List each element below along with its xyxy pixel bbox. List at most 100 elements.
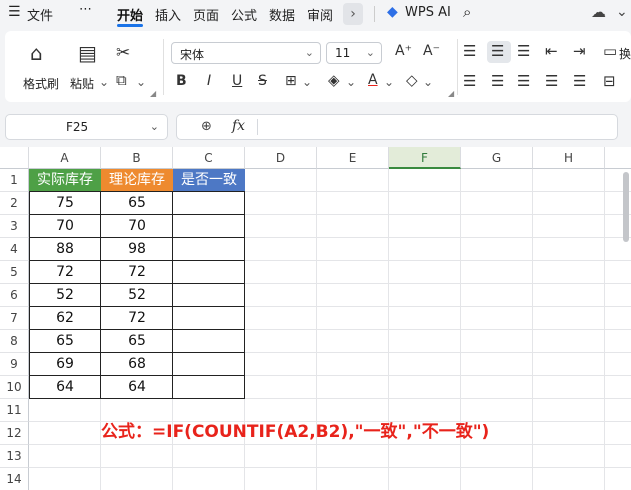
tab-review[interactable]: 审阅	[307, 5, 333, 24]
tab-home[interactable]: 开始	[117, 5, 143, 24]
paste-button[interactable]: 粘贴	[70, 75, 94, 92]
merge-cells-icon[interactable]: ⊟	[603, 74, 616, 89]
table-cell[interactable]: 65	[101, 192, 173, 215]
row-header-10[interactable]: 10	[0, 376, 29, 399]
distribute-icon[interactable]: ☰	[573, 74, 586, 89]
table-cell[interactable]: 68	[101, 353, 173, 376]
row-header-6[interactable]: 6	[0, 284, 29, 307]
table-cell[interactable]: 70	[29, 215, 101, 238]
chevron-down-icon[interactable]: ⌄	[616, 4, 628, 20]
table-cell[interactable]	[173, 238, 245, 261]
table-cell[interactable]: 69	[29, 353, 101, 376]
tab-insert[interactable]: 插入	[155, 5, 181, 24]
formula-bar[interactable]: ⊕ fx	[176, 114, 618, 140]
justify-icon[interactable]: ☰	[545, 74, 558, 89]
fill-color-icon[interactable]: ◈	[328, 73, 340, 88]
table-cell[interactable]: 72	[29, 261, 101, 284]
wrap-text-icon[interactable]: ▭	[603, 44, 617, 59]
sheet-grid[interactable]: ABCDEFGH 123456789101112131415 实际库存理论库存是…	[0, 147, 631, 490]
table-cell[interactable]: 64	[101, 376, 173, 399]
align-top-icon[interactable]: ☰	[463, 44, 476, 59]
menu-icon[interactable]: ☰	[8, 4, 21, 20]
table-cell[interactable]: 98	[101, 238, 173, 261]
row-header-7[interactable]: 7	[0, 307, 29, 330]
cloud-upload-icon[interactable]: ☁	[591, 3, 606, 21]
copy-icon[interactable]: ⧉	[116, 73, 127, 88]
chevron-down-icon[interactable]: ⌄	[423, 75, 433, 89]
format-painter-button[interactable]: 格式刷	[23, 75, 59, 92]
table-cell[interactable]	[173, 307, 245, 330]
row-header-14[interactable]: 14	[0, 468, 29, 490]
chevron-down-icon[interactable]: ⌄	[99, 75, 109, 89]
wps-ai-button[interactable]: WPS AI	[405, 5, 451, 20]
align-bottom-icon[interactable]: ☰	[517, 44, 530, 59]
row-header-8[interactable]: 8	[0, 330, 29, 353]
table-cell[interactable]: 64	[29, 376, 101, 399]
table-cell[interactable]	[173, 284, 245, 307]
column-header-h[interactable]: H	[533, 147, 605, 169]
font-size-select[interactable]: 11 ⌄	[326, 42, 382, 64]
table-header-cell[interactable]: 实际库存	[29, 169, 101, 192]
row-header-13[interactable]: 13	[0, 445, 29, 468]
table-cell[interactable]: 75	[29, 192, 101, 215]
row-header-2[interactable]: 2	[0, 192, 29, 215]
row-header-1[interactable]: 1	[0, 169, 29, 192]
row-header-12[interactable]: 12	[0, 422, 29, 445]
column-header-g[interactable]: G	[461, 147, 533, 169]
column-header-a[interactable]: A	[29, 147, 101, 169]
table-cell[interactable]	[173, 376, 245, 399]
table-cell[interactable]	[173, 215, 245, 238]
more-tabs-icon[interactable]: ⋯	[79, 2, 92, 17]
column-header-d[interactable]: D	[245, 147, 317, 169]
indent-increase-icon[interactable]: ⇥	[573, 44, 586, 59]
cut-icon[interactable]: ✂	[116, 45, 130, 62]
shrink-font-icon[interactable]: A⁻	[423, 44, 440, 58]
wrap-text-label[interactable]: 换	[619, 45, 631, 62]
tab-formula[interactable]: 公式	[231, 5, 257, 24]
format-painter-icon[interactable]: ⌂	[30, 43, 43, 63]
table-cell[interactable]: 62	[29, 307, 101, 330]
table-cell[interactable]	[173, 192, 245, 215]
table-cell[interactable]	[173, 353, 245, 376]
column-header-e[interactable]: E	[317, 147, 389, 169]
vertical-scrollbar[interactable]	[623, 172, 629, 242]
row-header-5[interactable]: 5	[0, 261, 29, 284]
row-header-3[interactable]: 3	[0, 215, 29, 238]
table-cell[interactable]: 88	[29, 238, 101, 261]
chevron-down-icon[interactable]: ⌄	[384, 75, 394, 89]
column-header-f[interactable]: F	[389, 147, 461, 169]
table-cell[interactable]: 52	[29, 284, 101, 307]
eraser-icon[interactable]: ◇	[406, 73, 418, 88]
row-header-4[interactable]: 4	[0, 238, 29, 261]
font-color-icon[interactable]: A	[368, 73, 378, 87]
table-cell[interactable]	[173, 330, 245, 353]
row-header-9[interactable]: 9	[0, 353, 29, 376]
select-all-corner[interactable]	[0, 147, 29, 169]
search-icon[interactable]: ⌕	[463, 3, 471, 21]
chevron-down-icon[interactable]: ⌄	[136, 75, 146, 89]
font-name-select[interactable]: 宋体 ⌄	[171, 42, 321, 64]
grow-font-icon[interactable]: A⁺	[395, 44, 412, 58]
paste-icon[interactable]: ▤	[78, 43, 97, 63]
table-cell[interactable]: 72	[101, 307, 173, 330]
indent-decrease-icon[interactable]: ⇤	[545, 44, 558, 59]
tab-page[interactable]: 页面	[193, 5, 219, 24]
align-right-icon[interactable]: ☰	[517, 74, 530, 89]
italic-button[interactable]: I	[207, 74, 211, 88]
align-left-icon[interactable]: ☰	[463, 74, 476, 89]
table-header-cell[interactable]: 理论库存	[101, 169, 173, 192]
name-box[interactable]: F25 ⌄	[5, 114, 168, 140]
column-header-b[interactable]: B	[101, 147, 173, 169]
underline-button[interactable]: U	[232, 74, 242, 88]
table-cell[interactable]	[173, 261, 245, 284]
row-header-11[interactable]: 11	[0, 399, 29, 422]
tab-file[interactable]: 文件	[27, 5, 53, 24]
tab-data[interactable]: 数据	[269, 5, 295, 24]
font-expand-icon[interactable]: ◢	[448, 89, 454, 98]
table-cell[interactable]: 72	[101, 261, 173, 284]
column-header-c[interactable]: C	[173, 147, 245, 169]
strikethrough-button[interactable]: S	[258, 74, 267, 88]
table-cell[interactable]: 52	[101, 284, 173, 307]
table-header-cell[interactable]: 是否一致	[173, 169, 245, 192]
table-cell[interactable]: 65	[29, 330, 101, 353]
